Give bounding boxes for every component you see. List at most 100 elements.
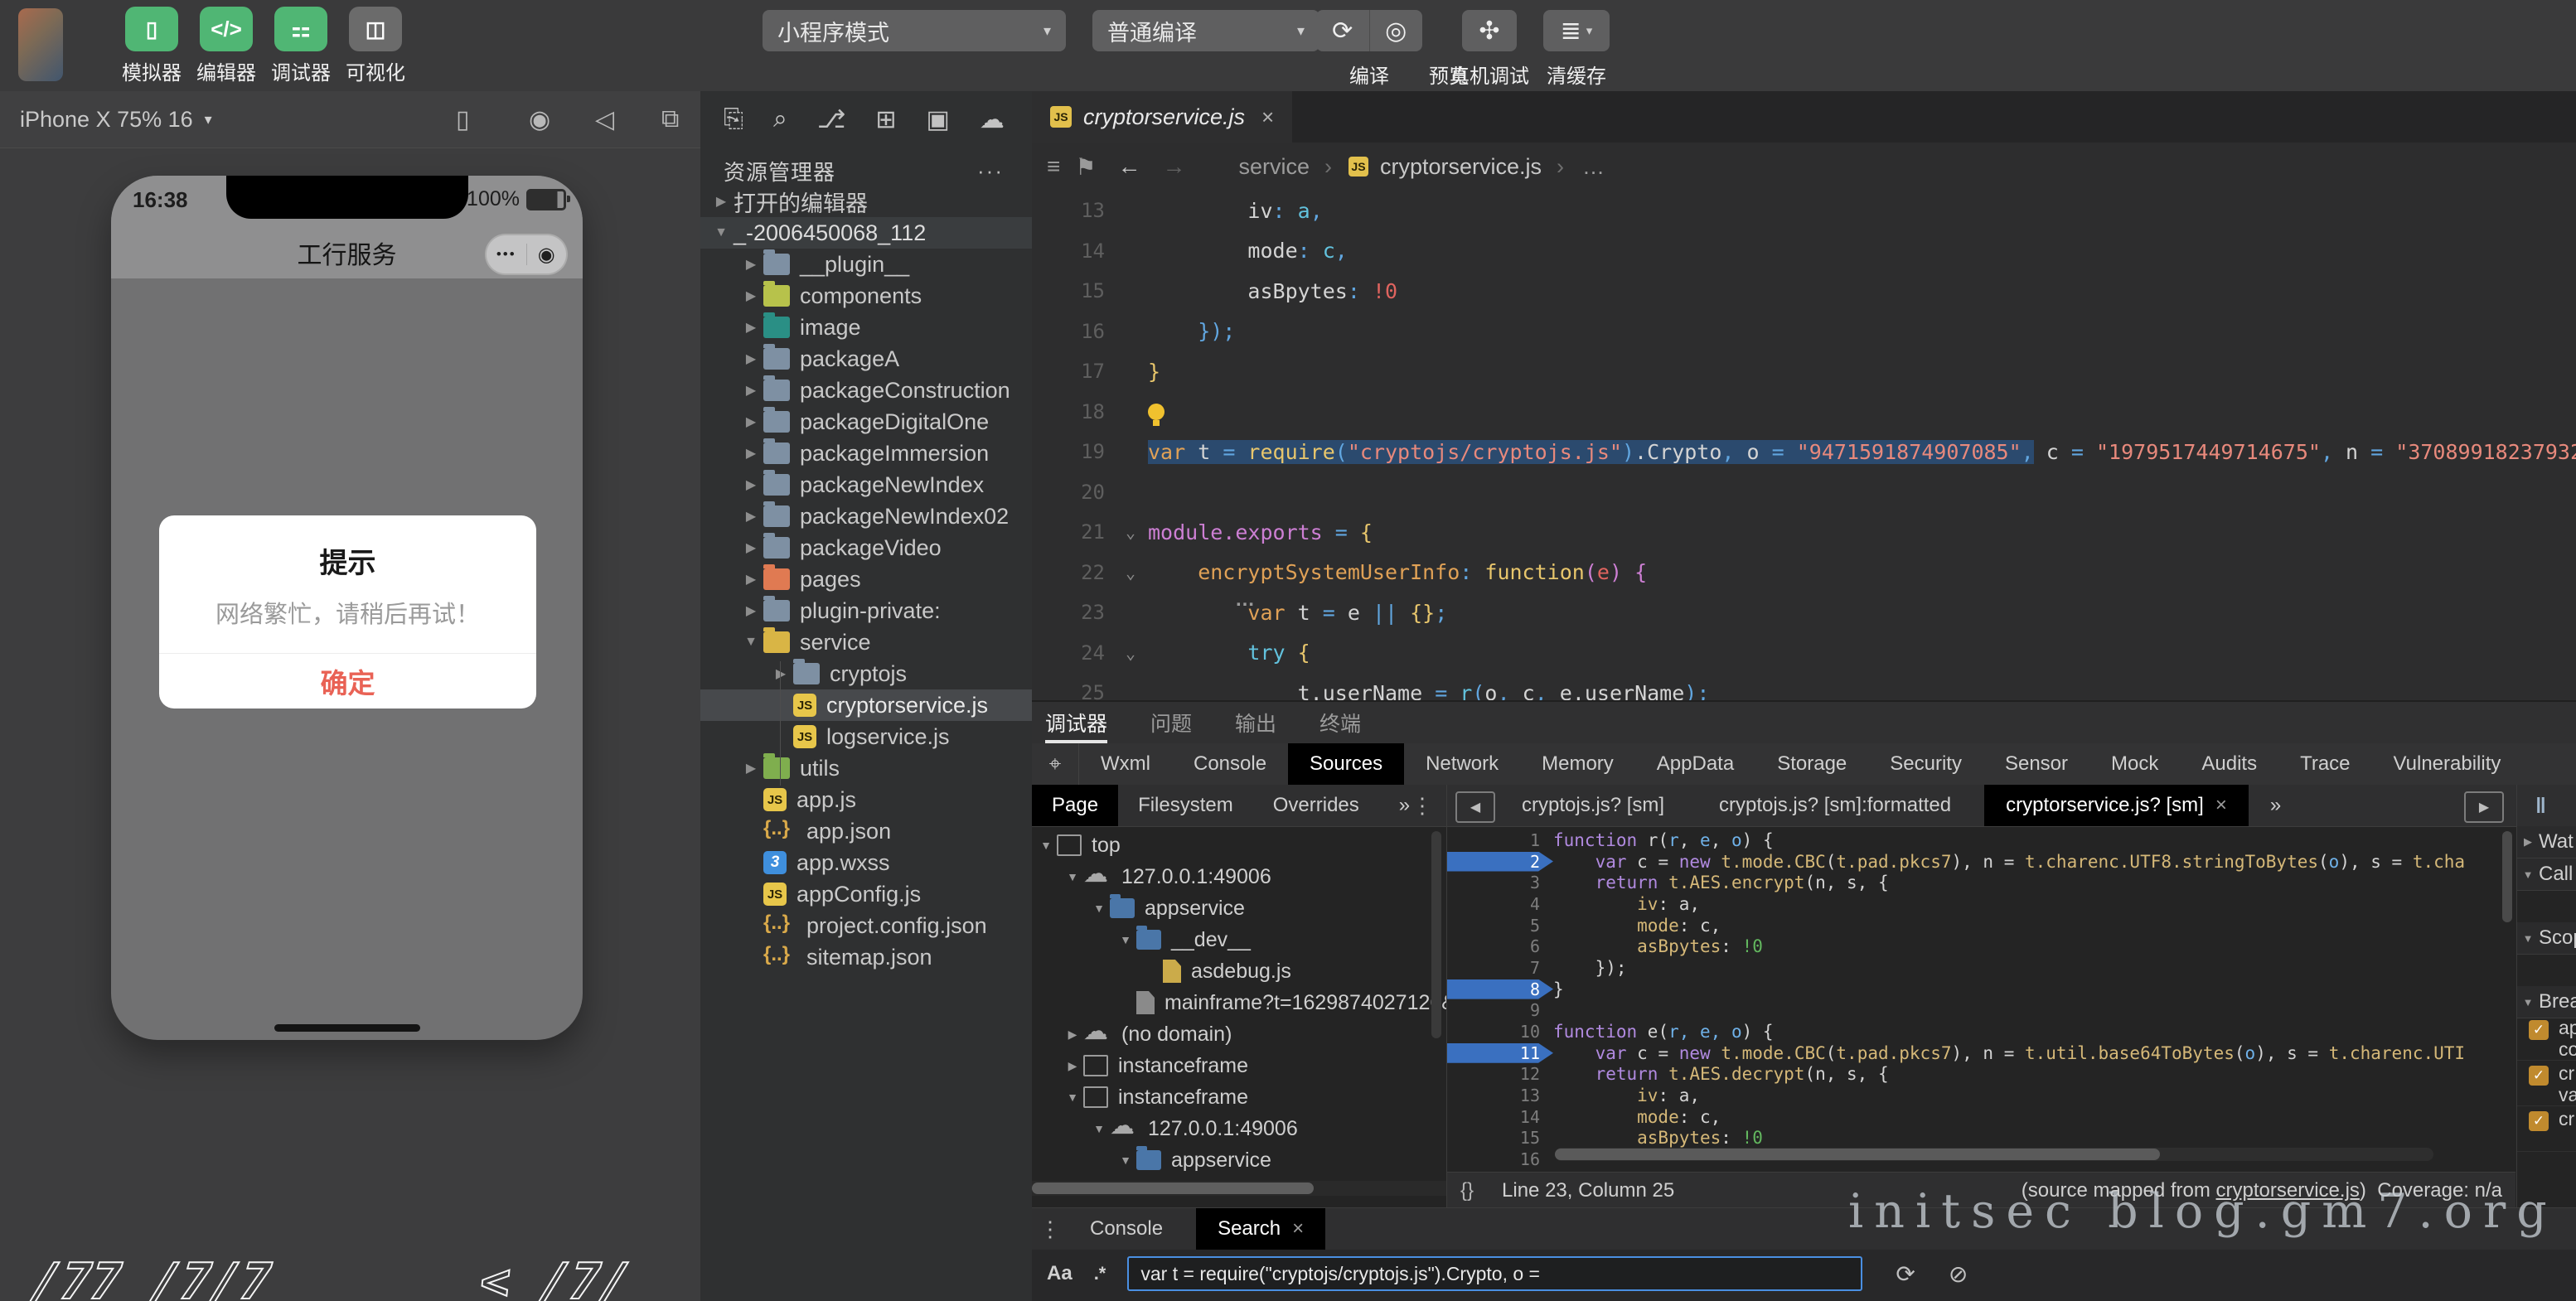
lightbulb-icon[interactable] — [1148, 403, 1165, 426]
devtools-tab[interactable]: Storage — [1755, 743, 1868, 785]
tree-arrow-icon[interactable]: ▼ — [1062, 1091, 1083, 1104]
checkbox-checked-icon[interactable]: ✓ — [2529, 1111, 2549, 1131]
debug-sidebar-section[interactable]: ▼ Call — [2517, 858, 2576, 891]
bookmark-icon[interactable]: ⚑ — [1075, 153, 1096, 181]
tree-arrow-icon[interactable]: ▶ — [738, 445, 763, 462]
editor-code-line[interactable]: 24 ⌄ try { — [1032, 633, 2576, 674]
sources-code-line[interactable]: 10 function e(r, e, o) { — [1447, 1021, 2515, 1042]
pause-icon[interactable]: ‖ — [2517, 785, 2576, 827]
devtools-tab[interactable]: Network — [1404, 743, 1520, 785]
back-icon[interactable]: ← — [1117, 153, 1140, 180]
tree-arrow-icon[interactable]: ▶ — [738, 414, 763, 430]
breakpoint-line-number[interactable]: 12 — [1447, 1064, 1553, 1084]
sources-tree-row[interactable]: ▼ 127.0.0.1:49006 — [1032, 1113, 1446, 1144]
tree-arrow-icon[interactable]: ▼ — [1115, 933, 1136, 946]
editor-code[interactable]: 13 iv: a, 14 mode: c, 15 asBpytes: !0 16… — [1032, 191, 2576, 713]
tree-arrow-icon[interactable]: ▶ — [738, 319, 763, 336]
breakpoint-line-number[interactable]: 7 — [1447, 958, 1553, 978]
preview-button[interactable]: ◎ — [1368, 10, 1423, 51]
sources-sidebar-tab[interactable]: Page — [1032, 785, 1119, 826]
editor-code-line[interactable]: 20 — [1032, 472, 2576, 513]
breakpoint-line-number[interactable]: 9 — [1447, 1000, 1553, 1020]
sources-file-tab[interactable]: cryptojs.js? [sm]:formatted — [1697, 785, 1984, 826]
sources-tree-row[interactable]: ▶ instanceframe — [1032, 1050, 1446, 1081]
debug-sidebar-section[interactable] — [2517, 891, 2576, 922]
editor-code-line[interactable]: 21 ⌄ module.exports = { — [1032, 512, 2576, 553]
toolbar-mode-button[interactable]: ▯ 模拟器 — [122, 7, 182, 85]
tree-arrow-icon[interactable]: ▶ — [738, 256, 763, 273]
devtools-tab[interactable]: Sources — [1288, 743, 1405, 785]
tree-arrow-icon[interactable]: ▶ — [738, 571, 763, 588]
tree-arrow-icon[interactable]: ▼ — [1062, 870, 1083, 883]
tree-arrow-icon[interactable]: ▼ — [2517, 996, 2539, 1008]
breakpoint-line-number[interactable]: 16 — [1447, 1149, 1553, 1169]
tree-row[interactable]: cryptorservice.js — [700, 689, 1032, 721]
search-input[interactable]: var t = require("cryptojs/cryptojs.js").… — [1127, 1256, 1863, 1291]
tree-row[interactable]: ▶ packageConstruction — [700, 375, 1032, 406]
tree-arrow-icon[interactable]: ▶ — [738, 288, 763, 304]
regex-toggle[interactable]: .* — [1094, 1263, 1106, 1284]
editor-code-line[interactable]: 22 ⌄ encryptSystemUserInfo: function(e) … — [1032, 553, 2576, 593]
fold-icon[interactable]: ⌄ — [1113, 643, 1148, 663]
breakpoint-item[interactable]: ✓ cr — [2517, 1106, 2576, 1152]
sources-tree-row[interactable]: ▶ (no domain) — [1032, 1018, 1446, 1050]
tree-row[interactable]: ▼ service — [700, 626, 1032, 658]
breakpoint-line-number[interactable]: 15 — [1447, 1128, 1553, 1148]
line-number[interactable]: 21 — [1032, 520, 1113, 544]
breakpoint-item[interactable]: ✓ ap co — [2517, 1015, 2576, 1061]
debug-sidebar-section[interactable] — [2517, 955, 2576, 986]
kebab-menu-icon[interactable]: ⋮ — [1411, 785, 1433, 826]
breakpoint-line-number[interactable]: 13 — [1447, 1086, 1553, 1105]
pretty-print-icon[interactable]: {} — [1460, 1179, 1474, 1202]
breakpoint-line-number[interactable]: 14 — [1447, 1107, 1553, 1127]
capsule-menu[interactable]: ••• ◉ — [485, 234, 568, 275]
tree-row[interactable]: ▶ 打开的编辑器 — [700, 186, 1032, 217]
tree-row[interactable]: app.wxss — [700, 847, 1032, 878]
line-number[interactable]: 24 — [1032, 641, 1113, 665]
tree-row[interactable]: ▶ components — [700, 280, 1032, 312]
sources-code-line[interactable]: 13 iv: a, — [1447, 1085, 2515, 1106]
cloud-icon[interactable]: ☁ — [980, 105, 1005, 134]
sources-file-tab[interactable]: » — [2249, 785, 2314, 826]
breakpoint-line-number[interactable]: 3 — [1447, 873, 1553, 892]
toolbar-mode-button[interactable]: </> 编辑器 — [196, 7, 256, 85]
tree-row[interactable]: ▶ packageNewIndex — [700, 469, 1032, 501]
breakpoint-item[interactable]: ✓ cr va — [2517, 1061, 2576, 1106]
devtools-tab[interactable]: Console — [1172, 743, 1288, 785]
breakpoint-line-number[interactable]: 2 — [1447, 851, 1553, 872]
editor-code-line[interactable]: 19 var t = require("cryptojs/cryptojs.js… — [1032, 432, 2576, 472]
breakpoint-line-number[interactable]: 4 — [1447, 894, 1553, 914]
inspect-icon[interactable]: ⌖ — [1032, 743, 1079, 785]
tree-arrow-icon[interactable]: ▼ — [2517, 868, 2539, 881]
devtools-tab[interactable]: Security — [1868, 743, 1983, 785]
line-number[interactable]: 23 — [1032, 601, 1113, 624]
kebab-menu-icon[interactable]: ⋮ — [1032, 1208, 1068, 1250]
tree-row[interactable]: ▼ _-2006450068_112 — [700, 217, 1032, 249]
toolbar-mode-button[interactable]: ◫ 可视化 — [346, 7, 405, 85]
tree-arrow-icon[interactable]: ▶ — [738, 476, 763, 493]
editor-code-line[interactable]: 15 asBpytes: !0 — [1032, 271, 2576, 312]
phone-icon[interactable]: ▯ — [456, 91, 470, 148]
tree-row[interactable]: sitemap.json — [700, 941, 1032, 973]
line-number[interactable]: 14 — [1032, 239, 1113, 263]
tree-arrow-icon[interactable]: ▶ — [1062, 1028, 1083, 1042]
sources-tree-row[interactable]: ▼ 127.0.0.1:49006 — [1032, 861, 1446, 892]
breakpoint-line-number[interactable]: 5 — [1447, 916, 1553, 936]
sources-tree-row[interactable]: asdebug.js — [1032, 955, 1446, 987]
sources-code-line[interactable]: 14 mode: c, — [1447, 1106, 2515, 1128]
editor-code-line[interactable]: 23 var t = e || {}; — [1032, 592, 2576, 633]
match-case-toggle[interactable]: Aa — [1047, 1262, 1073, 1285]
breakpoint-line-number[interactable]: 10 — [1447, 1022, 1553, 1042]
tree-arrow-icon[interactable]: ▼ — [2517, 932, 2539, 945]
debugger-tab[interactable]: 输出 — [1235, 702, 1276, 743]
sources-code[interactable]: 1 function r(r, e, o) { 2 var c = new t.… — [1447, 829, 2515, 1170]
list-icon[interactable]: ≡ — [1047, 153, 1060, 180]
drawer-tab[interactable]: Search × — [1196, 1208, 1326, 1250]
tree-arrow-icon[interactable]: ▶ — [768, 665, 793, 682]
tree-arrow-icon[interactable]: ▶ — [1062, 1059, 1083, 1073]
sources-sidebar-tab[interactable]: Filesystem — [1118, 785, 1253, 826]
dialog-confirm-button[interactable]: 确定 — [159, 653, 536, 709]
tree-row[interactable]: app.js — [700, 784, 1032, 815]
sources-code-line[interactable]: 15 asBpytes: !0 — [1447, 1128, 2515, 1149]
tree-arrow-icon[interactable]: ▼ — [1088, 902, 1110, 915]
